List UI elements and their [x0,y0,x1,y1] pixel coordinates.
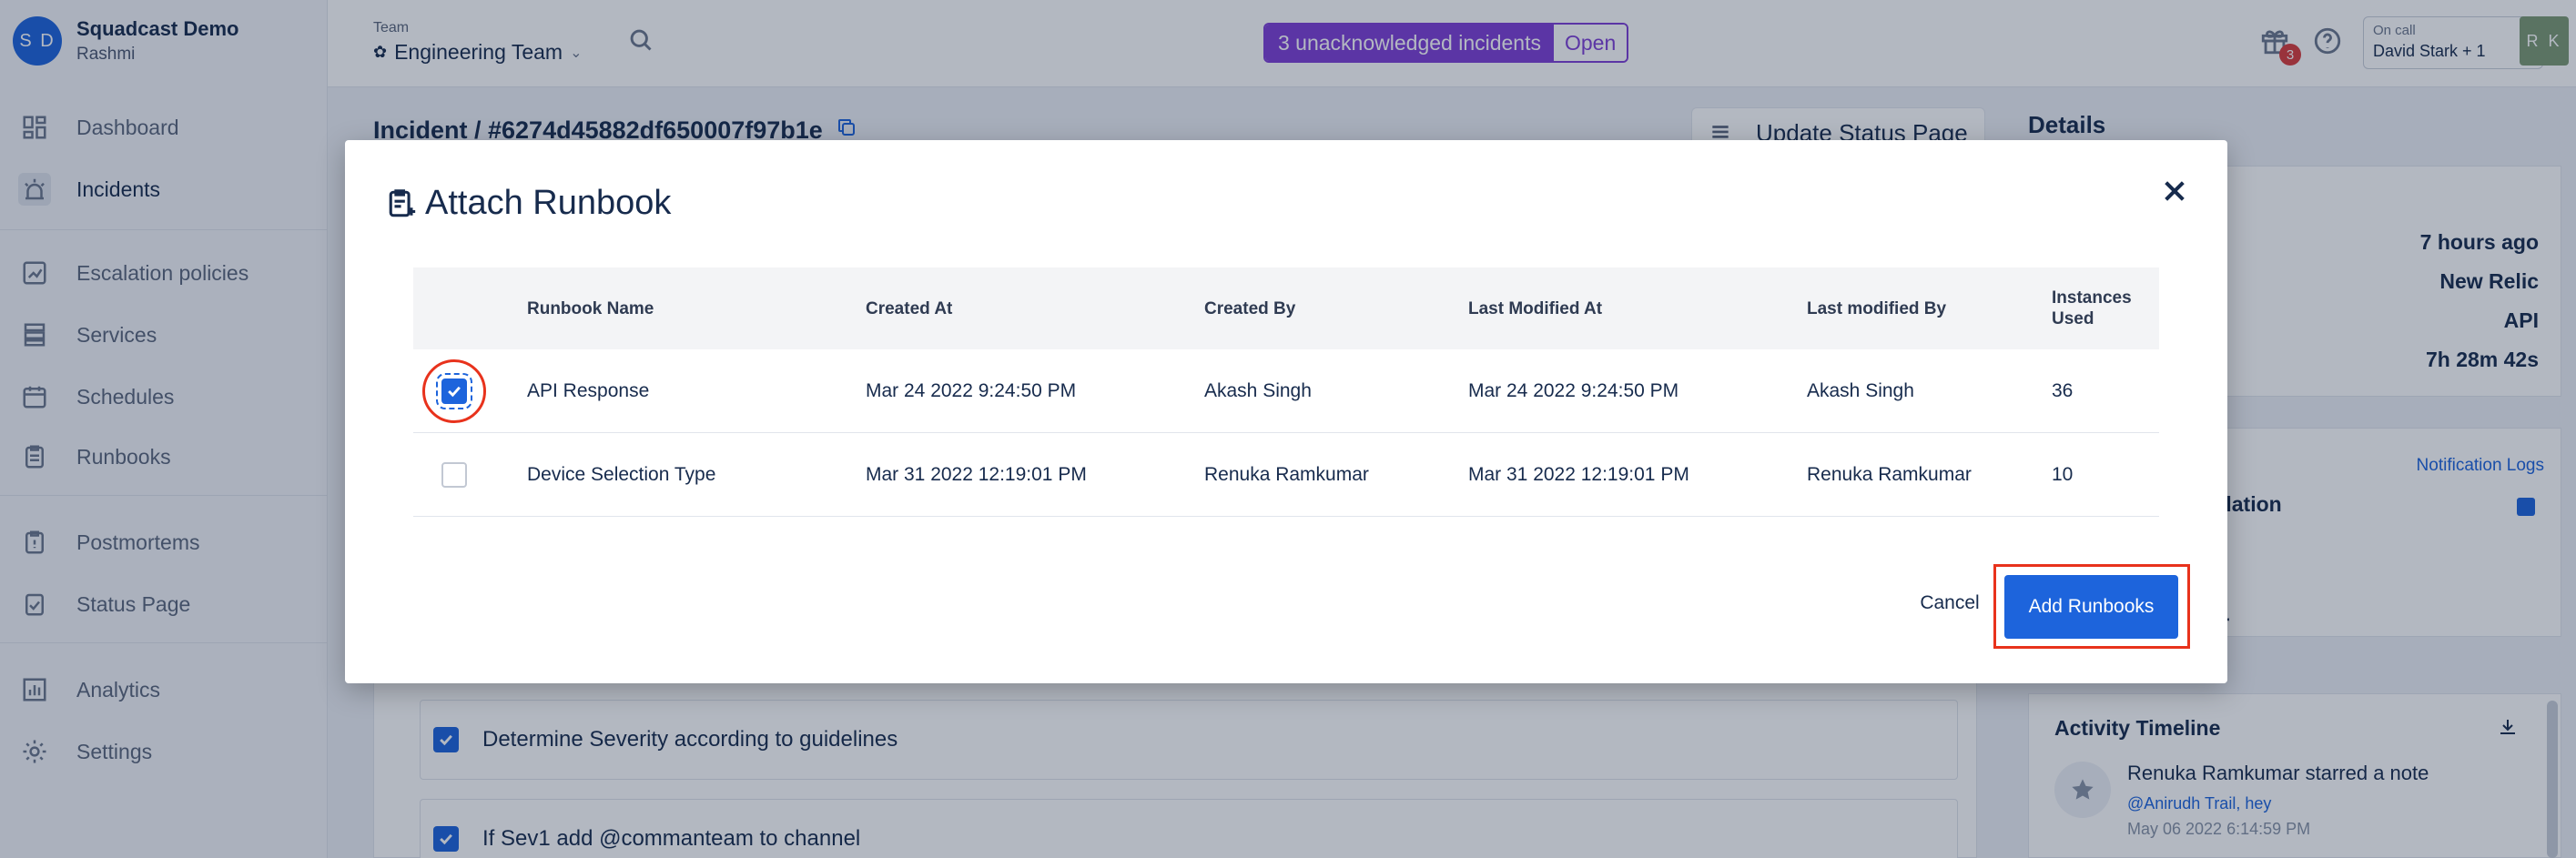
runbook-table: Runbook Name Created At Created By Last … [413,267,2159,517]
modal-title-text: Attach Runbook [425,184,672,222]
column-header-instances: Instances Used [2052,288,2132,328]
table-row[interactable]: Device Selection Type Mar 31 2022 12:19:… [413,433,2159,517]
runbook-name: API Response [527,380,650,401]
modified-at: Mar 31 2022 12:19:01 PM [1468,464,1689,485]
cancel-button[interactable]: Cancel [1897,575,2003,631]
clipboard-add-icon [389,188,416,217]
modified-at: Mar 24 2022 9:24:50 PM [1468,380,1679,401]
add-runbooks-button[interactable]: Add Runbooks [2004,575,2178,639]
attach-runbook-modal: Attach Runbook Runbook Name Created At C… [345,140,2227,683]
column-header-modified-by: Last modified By [1807,298,1947,318]
created-by: Akash Singh [1204,380,1312,401]
created-at: Mar 31 2022 12:19:01 PM [866,464,1087,485]
column-header-modified-at: Last Modified At [1468,298,1603,318]
checkmark-icon [448,386,461,398]
created-at: Mar 24 2022 9:24:50 PM [866,380,1077,401]
runbook-name: Device Selection Type [527,464,716,485]
instances-used: 36 [2052,380,2074,401]
table-row[interactable]: API Response Mar 24 2022 9:24:50 PM Akas… [413,349,2159,433]
close-icon[interactable] [2158,175,2191,207]
column-header-created-at: Created At [866,298,953,318]
table-header: Runbook Name Created At Created By Last … [413,267,2159,349]
instances-used: 10 [2052,464,2074,485]
column-header-created-by: Created By [1204,298,1296,318]
row-checkbox[interactable] [436,373,472,409]
modified-by: Akash Singh [1807,380,1914,401]
modal-title: Attach Runbook [387,184,671,223]
created-by: Renuka Ramkumar [1204,464,1369,485]
modified-by: Renuka Ramkumar [1807,464,1972,485]
row-checkbox[interactable] [441,462,467,488]
column-header-name: Runbook Name [527,298,654,318]
